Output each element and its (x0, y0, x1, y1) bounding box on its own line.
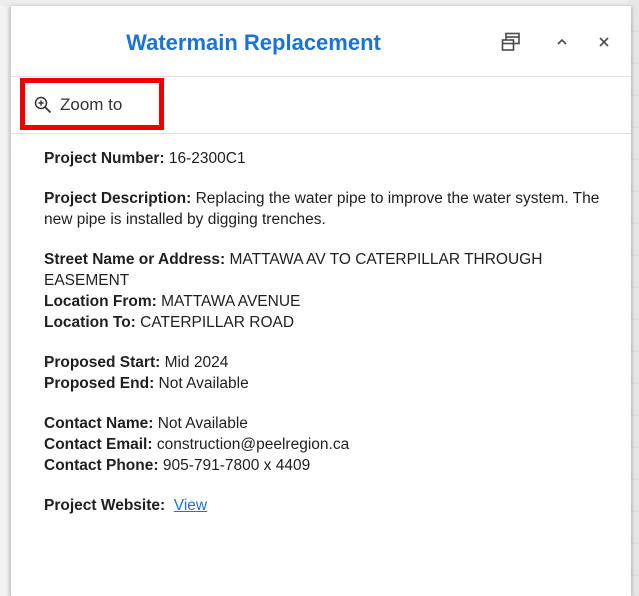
contact-email-label: Contact Email: (44, 436, 153, 453)
location-to-value: CATERPILLAR ROAD (140, 314, 295, 331)
close-button[interactable] (590, 28, 618, 56)
section-location: Street Name or Address: MATTAWA AV TO CA… (44, 249, 609, 333)
popup-header: Watermain Replacement (11, 6, 631, 77)
popup-content: Project Number: 16-2300C1 Project Descri… (11, 134, 631, 516)
contact-phone-value: 905-791-7800 x 4409 (162, 457, 311, 474)
popup-title: Watermain Replacement (126, 30, 381, 55)
contact-email-value: construction@peelregion.ca (156, 436, 350, 453)
location-to-label: Location To: (44, 314, 136, 331)
field-location-from: Location From: MATTAWA AVENUE (44, 291, 609, 312)
field-location-to: Location To: CATERPILLAR ROAD (44, 312, 609, 333)
field-proposed-end: Proposed End: Not Available (44, 373, 609, 394)
proposed-end-value: Not Available (158, 375, 249, 392)
chevron-up-icon (557, 38, 567, 45)
popup-actions-bar: Zoom to (11, 77, 631, 134)
zoom-in-icon (34, 96, 52, 114)
collapse-button[interactable] (548, 28, 576, 56)
project-number-label: Project Number: (44, 150, 165, 167)
location-from-label: Location From: (44, 293, 157, 310)
page: Watermain Replacement Zoom to Project Nu… (0, 0, 639, 596)
section-contact: Contact Name: Not Available Contact Emai… (44, 413, 609, 476)
feature-popup: Watermain Replacement Zoom to Project Nu… (10, 6, 631, 596)
field-project-website: Project Website: View (44, 495, 609, 516)
field-proposed-start: Proposed Start: Mid 2024 (44, 352, 609, 373)
project-description-label: Project Description: (44, 190, 192, 207)
section-project-number: Project Number: 16-2300C1 (44, 148, 609, 169)
project-website-link[interactable]: View (174, 497, 207, 514)
location-from-value: MATTAWA AVENUE (161, 293, 301, 310)
field-contact-phone: Contact Phone: 905-791-7800 x 4409 (44, 455, 609, 476)
project-website-label: Project Website: (44, 497, 166, 514)
field-contact-email: Contact Email: construction@peelregion.c… (44, 434, 609, 455)
proposed-start-value: Mid 2024 (164, 354, 229, 371)
zoom-to-button[interactable]: Zoom to (24, 77, 164, 133)
field-contact-name: Contact Name: Not Available (44, 413, 609, 434)
field-street: Street Name or Address: MATTAWA AV TO CA… (44, 249, 609, 291)
proposed-end-label: Proposed End: (44, 375, 155, 392)
project-number-value: 16-2300C1 (168, 150, 246, 167)
proposed-start-label: Proposed Start: (44, 354, 161, 371)
section-project-description: Project Description: Replacing the water… (44, 188, 609, 230)
contact-name-value: Not Available (157, 415, 248, 432)
section-schedule: Proposed Start: Mid 2024 Proposed End: N… (44, 352, 609, 394)
close-icon (599, 37, 609, 47)
contact-name-label: Contact Name: (44, 415, 154, 432)
contact-phone-label: Contact Phone: (44, 457, 159, 474)
field-project-number: Project Number: 16-2300C1 (44, 148, 609, 169)
section-website: Project Website: View (44, 495, 609, 516)
dock-icon (501, 32, 520, 51)
dock-button[interactable] (497, 28, 525, 56)
zoom-to-label: Zoom to (60, 95, 123, 114)
street-label: Street Name or Address: (44, 251, 226, 268)
field-project-description: Project Description: Replacing the water… (44, 188, 609, 230)
